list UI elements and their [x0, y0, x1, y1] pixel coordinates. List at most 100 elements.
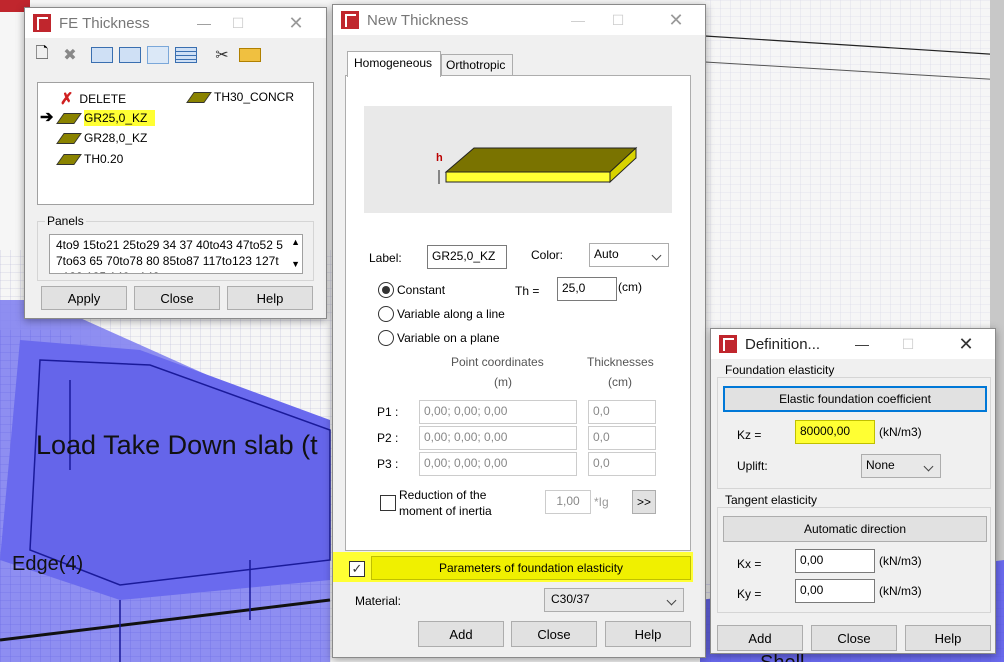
- more-button[interactable]: >>: [632, 490, 656, 514]
- kx-input[interactable]: 0,00: [795, 549, 875, 573]
- p2-label: P2 :: [377, 431, 399, 445]
- automatic-direction-button[interactable]: Automatic direction: [723, 516, 987, 542]
- window-title: FE Thickness: [59, 14, 150, 32]
- label-caption: Label:: [369, 251, 402, 265]
- foundation-group-label: Foundation elasticity: [723, 363, 837, 377]
- list-icon-1[interactable]: [91, 47, 113, 63]
- window-title: Definition...: [745, 335, 821, 353]
- label-input[interactable]: GR25,0_KZ: [427, 245, 507, 269]
- fe-thickness-window: FE Thickness — ☐ ✕ 🗋 ✖ ✂ ✗ DELETE TH30_C…: [24, 7, 327, 319]
- add-button[interactable]: Add: [717, 625, 803, 651]
- new-icon[interactable]: 🗋: [31, 42, 53, 69]
- kz-caption: Kz =: [737, 428, 762, 442]
- new-thickness-titlebar[interactable]: New Thickness — ☐ ✕: [333, 5, 705, 35]
- kz-input[interactable]: 80000,00: [795, 420, 875, 444]
- elastic-coefficient-button[interactable]: Elastic foundation coefficient: [723, 386, 987, 412]
- point-coords-header: Point coordinates: [451, 355, 544, 369]
- add-button[interactable]: Add: [418, 621, 504, 647]
- kx-unit: (kN/m3): [879, 554, 922, 568]
- apply-button[interactable]: Apply: [41, 286, 127, 310]
- list-item-th020[interactable]: TH0.20: [56, 152, 124, 166]
- open-icon[interactable]: [239, 48, 261, 62]
- reduction-input[interactable]: 1,00: [545, 490, 591, 514]
- constant-radio[interactable]: [378, 282, 394, 298]
- list-item-label: TH0.20: [84, 152, 124, 166]
- reduction-label-2: moment of inertia: [399, 504, 492, 518]
- foundation-elasticity-button[interactable]: Parameters of foundation elasticity: [371, 556, 691, 580]
- p3-coords-input[interactable]: 0,00; 0,00; 0,00: [419, 452, 577, 476]
- list-item-th30[interactable]: TH30_CONCR: [186, 90, 294, 104]
- thickness-icon: [56, 153, 82, 165]
- cut-icon[interactable]: ✂: [211, 45, 233, 65]
- list-item-gr25[interactable]: GR25,0_KZ: [56, 110, 156, 126]
- maximize-button[interactable]: ☐: [215, 8, 261, 38]
- uplift-caption: Uplift:: [737, 459, 768, 473]
- close-window-button[interactable]: ✕: [943, 329, 989, 359]
- material-select[interactable]: C30/37: [544, 588, 684, 612]
- thickness-icon: [56, 132, 82, 144]
- reduction-checkbox[interactable]: [380, 495, 396, 511]
- definition-titlebar[interactable]: Definition... — ☐ ✕: [711, 329, 995, 359]
- scroll-down-icon[interactable]: ▼: [291, 259, 300, 269]
- help-button[interactable]: Help: [227, 286, 313, 310]
- close-button[interactable]: Close: [511, 621, 597, 647]
- help-button[interactable]: Help: [905, 625, 991, 651]
- reduction-label-1: Reduction of the: [399, 488, 487, 502]
- uplift-select[interactable]: None: [861, 454, 941, 478]
- list-icon-3[interactable]: [147, 46, 169, 64]
- thickness-preview: h: [364, 106, 672, 213]
- tab-homogeneous[interactable]: Homogeneous: [347, 51, 441, 77]
- p2-coords-input[interactable]: 0,00; 0,00; 0,00: [419, 426, 577, 450]
- color-select[interactable]: Auto: [589, 243, 669, 267]
- close-window-button[interactable]: ✕: [273, 8, 319, 38]
- fe-toolbar: 🗋 ✖ ✂: [31, 44, 321, 66]
- kz-unit: (kN/m3): [879, 425, 922, 439]
- variable-plane-label: Variable on a plane: [397, 331, 500, 345]
- variable-plane-radio[interactable]: [378, 330, 394, 346]
- panels-field[interactable]: 4to9 15to21 25to29 34 37 40to43 47to52 5…: [49, 234, 303, 274]
- material-caption: Material:: [355, 594, 402, 608]
- p3-thickness-input[interactable]: 0,0: [588, 452, 656, 476]
- thickness-list[interactable]: ✗ DELETE TH30_CONCR ➔ GR25,0_KZ GR28,0_K…: [37, 82, 314, 205]
- close-button[interactable]: Close: [811, 625, 897, 651]
- variable-line-label: Variable along a line: [397, 307, 505, 321]
- p1-thickness-input[interactable]: 0,0: [588, 400, 656, 424]
- help-button[interactable]: Help: [605, 621, 691, 647]
- p2-thickness-input[interactable]: 0,0: [588, 426, 656, 450]
- thicknesses-unit: (cm): [608, 375, 632, 389]
- list-item-gr28[interactable]: GR28,0_KZ: [56, 131, 147, 145]
- list-item-label: DELETE: [79, 92, 127, 106]
- maximize-button[interactable]: ☐: [885, 329, 931, 359]
- ky-input[interactable]: 0,00: [795, 579, 875, 603]
- app-icon: [33, 14, 51, 32]
- window-title: New Thickness: [367, 11, 469, 29]
- new-thickness-window: New Thickness — ☐ ✕ Homogeneous Orthotro…: [332, 4, 706, 658]
- panels-label: Panels: [45, 214, 86, 228]
- p1-coords-input[interactable]: 0,00; 0,00; 0,00: [419, 400, 577, 424]
- slab-preview-drawing: [438, 146, 638, 184]
- list-item-label: GR25,0_KZ: [84, 110, 156, 126]
- h-label: h: [436, 152, 443, 164]
- thicknesses-header: Thicknesses: [587, 355, 654, 369]
- ky-unit: (kN/m3): [879, 584, 922, 598]
- tab-orthotropic[interactable]: Orthotropic: [441, 54, 513, 76]
- definition-window: Definition... — ☐ ✕ Foundation elasticit…: [710, 328, 996, 654]
- fe-thickness-titlebar[interactable]: FE Thickness — ☐ ✕: [25, 8, 326, 38]
- variable-line-radio[interactable]: [378, 306, 394, 322]
- reduction-unit: *Ig: [594, 495, 609, 509]
- foundation-checkbox[interactable]: ✓: [349, 561, 365, 577]
- scroll-up-icon[interactable]: ▲: [291, 237, 300, 247]
- app-icon: [719, 335, 737, 353]
- list-icon-2[interactable]: [119, 47, 141, 63]
- close-window-button[interactable]: ✕: [653, 5, 699, 35]
- point-coords-unit: (m): [494, 375, 512, 389]
- close-button[interactable]: Close: [134, 286, 220, 310]
- maximize-button[interactable]: ☐: [595, 5, 641, 35]
- thickness-icon: [56, 112, 82, 124]
- th-input[interactable]: 25,0: [557, 277, 617, 301]
- table-icon[interactable]: [175, 47, 197, 63]
- list-item-delete[interactable]: ✗ DELETE: [60, 89, 126, 109]
- delete-icon[interactable]: ✖: [59, 45, 81, 65]
- slab-label: Load Take Down slab (t: [36, 430, 318, 460]
- minimize-button[interactable]: —: [839, 329, 885, 359]
